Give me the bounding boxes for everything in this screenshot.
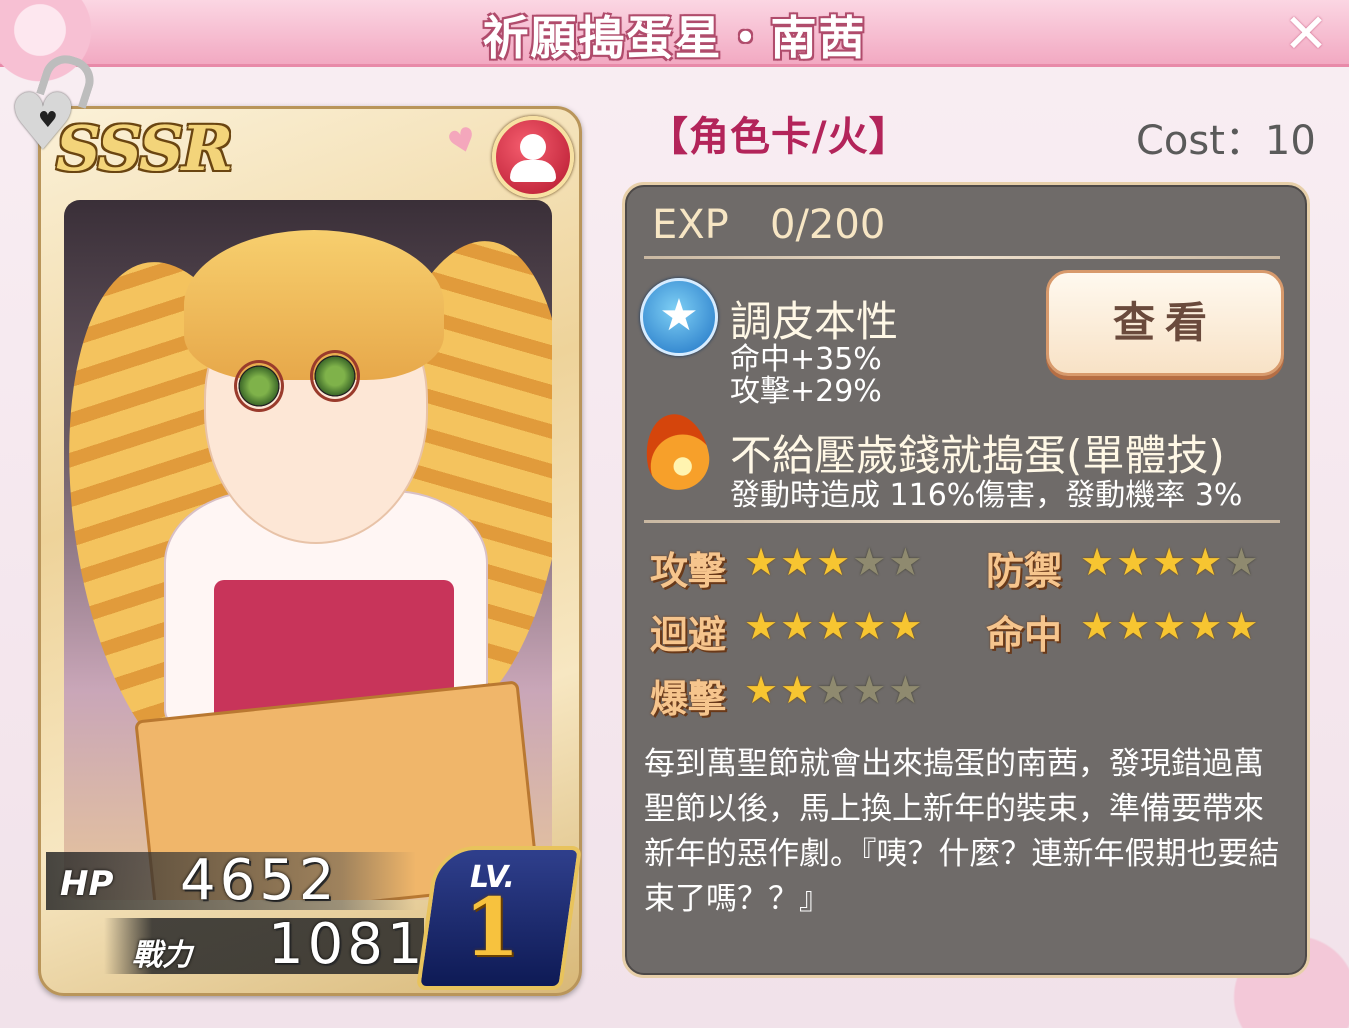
passive-skill-effect-2: 攻擊+29%: [730, 374, 882, 409]
exp-value: 0/200: [770, 202, 886, 248]
cost-label: Cost：10: [1136, 118, 1316, 164]
star-icon: ★: [852, 540, 889, 584]
star-icon: ★: [1116, 604, 1153, 648]
star-icon: ★: [816, 668, 853, 712]
star-icon: ★: [744, 540, 781, 584]
stat-label-evasion: 迴避: [650, 613, 727, 657]
star-icon: ★: [780, 668, 817, 712]
star-rating-attack: ★★★★★: [744, 540, 924, 584]
heart-lock-icon[interactable]: ♥ ♥: [8, 49, 100, 162]
character-description: 每到萬聖節就會出來搗蛋的南茜，發現錯過萬聖節以後，馬上換上新年的裝束，準備要帶來…: [644, 746, 1280, 917]
power-label: 戰力: [132, 938, 192, 973]
star-rating-critical: ★★★★★: [744, 668, 924, 712]
star-icon: ★: [852, 604, 889, 648]
star-icon: ★: [1188, 604, 1225, 648]
close-button[interactable]: ✕: [1280, 7, 1332, 62]
title-bar: 祈願搗蛋星・南茜 ✕: [0, 0, 1349, 90]
star-icon: ★: [1080, 540, 1117, 584]
window-title: 祈願搗蛋星・南茜: [482, 11, 867, 65]
star-icon: ★: [1224, 540, 1261, 584]
star-icon: ★: [744, 604, 781, 648]
divider: [644, 520, 1280, 523]
stat-label-attack: 攻擊: [650, 549, 727, 593]
character-artwork: [64, 200, 552, 900]
star-icon: ★: [888, 668, 925, 712]
star-icon: ★: [1152, 540, 1189, 584]
star-icon: ★: [1080, 604, 1117, 648]
star-rating-evasion: ★★★★★: [744, 604, 924, 648]
card-type-label: 【角色卡/火】: [648, 114, 910, 160]
star-icon: ★: [780, 604, 817, 648]
star-icon: ★: [1224, 604, 1261, 648]
star-icon: ★: [852, 668, 889, 712]
stat-label-defense: 防禦: [986, 549, 1063, 593]
star-rating-accuracy: ★★★★★: [1080, 604, 1260, 648]
star-icon: ★: [888, 540, 925, 584]
stat-label-accuracy: 命中: [986, 613, 1063, 657]
star-icon: ★: [816, 604, 853, 648]
view-button[interactable]: 查看: [1046, 270, 1284, 376]
divider: [644, 256, 1280, 259]
power-value: 1081: [268, 912, 427, 977]
star-icon: ★: [816, 540, 853, 584]
character-type-icon: [492, 116, 574, 198]
hp-value: 4652: [180, 848, 339, 913]
star-rating-defense: ★★★★★: [1080, 540, 1260, 584]
star-icon: ★: [780, 540, 817, 584]
blue-star-icon: ★: [640, 278, 718, 356]
active-skill-effect: 發動時造成 116%傷害，發動機率 3%: [730, 478, 1243, 513]
star-icon: ★: [1188, 540, 1225, 584]
hp-label: HP: [60, 864, 114, 904]
level-value: 1: [464, 880, 520, 974]
star-icon: ★: [888, 604, 925, 648]
exp-label: EXP: [652, 202, 729, 248]
star-icon: ★: [744, 668, 781, 712]
stat-label-critical: 爆擊: [650, 677, 727, 721]
star-icon: ★: [1152, 604, 1189, 648]
star-icon: ★: [1116, 540, 1153, 584]
